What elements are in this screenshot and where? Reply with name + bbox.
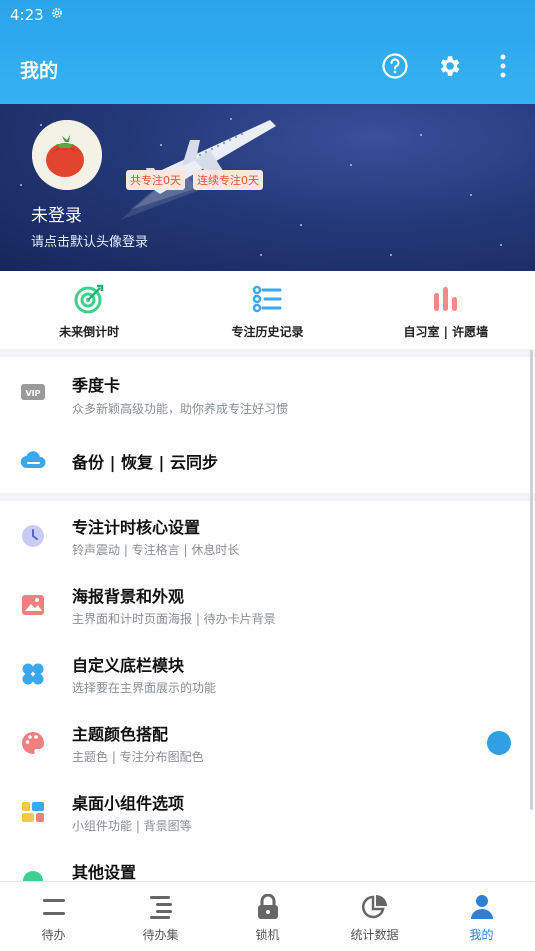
page-title: 我的	[20, 60, 59, 82]
menu-item-title: 自定义底栏模块	[72, 656, 185, 675]
menu-item-title: 其他设置	[72, 863, 137, 881]
menu-item-poster[interactable]: 海报背景和外观 主界面和计时页面海报 | 待办卡片背景	[0, 570, 535, 639]
bottom-navigation: 待办 待办集 锁机 统计数据 我的	[0, 881, 535, 951]
menu-item-subtitle: 铃声震动 | 专注格言 | 休息时长	[72, 543, 240, 557]
menu-item-focus-settings[interactable]: 专注计时核心设置 铃声震动 | 专注格言 | 休息时长	[0, 501, 535, 570]
settings-icon	[20, 868, 46, 881]
tab-label: 待办	[41, 928, 66, 942]
tab-todo[interactable]: 待办	[0, 882, 107, 951]
quick-actions: 未来倒计时 专注历史记录 自习室 | 许愿墙	[0, 271, 535, 349]
menu-item-theme[interactable]: 主题颜色搭配 主题色 | 专注分布图配色	[0, 708, 535, 777]
lock-icon	[255, 894, 281, 920]
menu-item-widget[interactable]: 桌面小组件选项 小组件功能 | 背景图等	[0, 777, 535, 846]
menu-item-title: 主题颜色搭配	[72, 725, 169, 744]
settings-status-icon	[50, 6, 64, 24]
quick-action-label: 未来倒计时	[59, 325, 120, 339]
tab-lock[interactable]: 锁机	[214, 882, 321, 951]
menu-item-vip[interactable]: VIP 季度卡 众多新颖高级功能，助你养成专注好习惯	[0, 357, 535, 427]
floating-button[interactable]	[487, 731, 511, 755]
section-divider	[0, 493, 535, 501]
widget-icon	[20, 799, 46, 825]
more-options-icon[interactable]	[487, 50, 519, 82]
quick-action-label: 专注历史记录	[231, 325, 304, 339]
quick-action-countdown[interactable]: 未来倒计时	[0, 271, 178, 349]
menu-item-subtitle: 选择要在主界面展示的功能	[72, 681, 217, 695]
login-status[interactable]: 未登录	[31, 201, 82, 226]
menu-item-title: 海报背景和外观	[72, 587, 185, 606]
tab-todo-collection[interactable]: 待办集	[107, 882, 214, 951]
history-list-icon	[251, 283, 283, 315]
target-icon	[73, 283, 105, 315]
menu-item-backup[interactable]: 备份 | 恢复 | 云同步	[0, 427, 535, 493]
total-focus-badge: 共专注0天	[126, 170, 185, 190]
gear-icon[interactable]	[433, 50, 465, 82]
help-icon[interactable]	[379, 50, 411, 82]
cloud-icon	[20, 447, 46, 473]
clock-icon	[20, 523, 46, 549]
tab-label: 锁机	[255, 928, 280, 942]
login-hint: 请点击默认头像登录	[31, 235, 149, 250]
tab-label: 我的	[469, 928, 494, 942]
menu-item-subtitle: 众多新颖高级功能，助你养成专注好习惯	[72, 402, 289, 416]
scrollbar[interactable]	[530, 350, 533, 810]
menu-item-bottombar[interactable]: 自定义底栏模块 选择要在主界面展示的功能	[0, 639, 535, 708]
menu-item-subtitle: 主题色 | 专注分布图配色	[72, 750, 204, 764]
vip-icon-text: VIP	[25, 389, 40, 398]
profile-banner: 共专注0天 连续专注0天 未登录 请点击默认头像登录	[0, 104, 535, 271]
quick-action-study-room[interactable]: 自习室 | 许愿墙	[357, 271, 535, 349]
menu-item-title: 桌面小组件选项	[72, 794, 185, 813]
palette-icon	[20, 730, 46, 756]
tab-label: 统计数据	[350, 928, 399, 942]
menu-item-title: 专注计时核心设置	[72, 518, 201, 537]
quick-action-label: 自习室 | 许愿墙	[403, 325, 489, 339]
tab-label: 待办集	[142, 928, 179, 942]
pie-chart-icon	[361, 894, 388, 920]
app-header: 4:23 我的	[0, 0, 535, 104]
menu-item-subtitle: 主界面和计时页面海报 | 待办卡片背景	[72, 612, 276, 626]
tab-statistics[interactable]: 统计数据	[321, 882, 428, 951]
quick-action-history[interactable]: 专注历史记录	[178, 271, 356, 349]
menu-item-title: 备份 | 恢复 | 云同步	[72, 453, 218, 472]
section-divider	[0, 349, 535, 357]
menu-item-subtitle: 小组件功能 | 背景图等	[72, 819, 192, 833]
user-icon	[469, 894, 495, 920]
vip-icon: VIP	[20, 379, 46, 405]
status-bar: 4:23	[10, 6, 64, 24]
bar-chart-icon	[430, 283, 462, 315]
tab-mine[interactable]: 我的	[428, 882, 535, 951]
image-icon	[20, 592, 46, 618]
menu-item-title: 季度卡	[72, 376, 121, 395]
menu-item-other[interactable]: 其他设置	[0, 846, 535, 881]
clover-icon	[20, 661, 46, 687]
streak-focus-badge: 连续专注0天	[193, 170, 263, 190]
collection-list-icon	[148, 894, 174, 920]
todo-list-icon	[41, 894, 67, 920]
avatar[interactable]	[32, 120, 102, 190]
status-time: 4:23	[10, 6, 44, 24]
